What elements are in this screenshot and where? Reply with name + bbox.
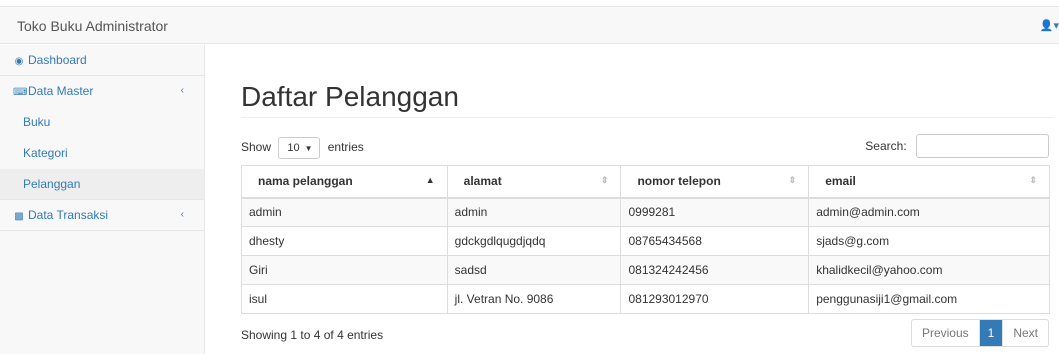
page-title: Daftar Pelanggan: [241, 81, 459, 112]
sidebar-item-label: Dashboard: [28, 53, 87, 67]
sort-asc-icon: ▲: [425, 175, 435, 185]
sidebar: ◉ Dashboard ⌨Data Master ‹ Buku Kategori …: [0, 45, 205, 354]
column-header-alamat[interactable]: alamat ⇕: [446, 165, 622, 199]
table-cell: penggunasiji1@gmail.com: [808, 284, 1050, 314]
search-control: Search:: [865, 134, 1049, 158]
column-label: nomor telepon: [637, 174, 721, 189]
user-menu-dropdown[interactable]: 👤▾: [1040, 19, 1059, 32]
table-cell: admin: [241, 197, 448, 227]
table-cell: 081324242456: [620, 255, 810, 285]
user-icon: 👤: [1039, 20, 1054, 32]
table-cell: sjads@g.com: [808, 226, 1050, 256]
search-label: Search:: [865, 139, 907, 153]
sidebar-item-data-master[interactable]: ⌨Data Master ‹: [0, 76, 204, 107]
table-row: isul jl. Vetran No. 9086 081293012970 pe…: [241, 284, 1050, 314]
sidebar-item-pelanggan[interactable]: Pelanggan: [0, 169, 204, 200]
main-content: Daftar Pelanggan Show 10 ▼ entries Search…: [205, 45, 1059, 354]
dashboard-icon: ◉: [14, 56, 24, 67]
table-cell: 081293012970: [620, 284, 810, 314]
chevron-down-icon: ▼: [304, 144, 313, 153]
length-control: Show 10 ▼ entries: [241, 137, 364, 159]
table-row: dhesty gdckgdlqugdjqdq 08765434568 sjads…: [241, 226, 1050, 256]
chevron-left-icon: ‹: [180, 85, 184, 96]
sidebar-item-data-transaksi[interactable]: ▩ Data Transaksi ‹: [0, 200, 204, 231]
table-info: Showing 1 to 4 of 4 entries: [241, 328, 384, 342]
customers-table: nama pelanggan ▲ alamat ⇕ nomor telepon ⇕ e…: [241, 165, 1050, 314]
table-cell: dhesty: [241, 226, 448, 256]
table-cell: admin: [446, 197, 622, 227]
table-cell: isul: [241, 284, 448, 314]
next-page-button[interactable]: Next: [1002, 320, 1048, 346]
sidebar-item-kategori[interactable]: Kategori: [0, 138, 204, 169]
column-label: email: [825, 174, 856, 189]
sidebar-item-buku[interactable]: Buku: [0, 107, 204, 138]
sidebar-item-label: Data Transaksi: [28, 208, 109, 222]
previous-page-button[interactable]: Previous: [912, 320, 980, 346]
table-row: Giri sadsd 081324242456 khalidkecil@yaho…: [241, 255, 1050, 285]
bar-chart-icon: ▩: [14, 211, 24, 222]
table-header-row: nama pelanggan ▲ alamat ⇕ nomor telepon ⇕ e…: [241, 165, 1050, 199]
table-cell: Giri: [241, 255, 448, 285]
page-1-button[interactable]: 1: [979, 320, 1003, 346]
entries-per-page-value: 10: [287, 142, 300, 154]
table-cell: admin@admin.com: [808, 197, 1050, 227]
table-cell: khalidkecil@yahoo.com: [808, 255, 1050, 285]
sort-icon: ⇕: [1029, 175, 1037, 185]
title-divider: [241, 117, 1054, 118]
entries-label: entries: [327, 140, 364, 155]
chevron-down-icon: ▾: [1053, 20, 1059, 32]
navbar: Toko Buku Administrator 👤▾: [0, 6, 1059, 44]
brand-title[interactable]: Toko Buku Administrator: [17, 18, 168, 34]
show-label: Show: [241, 140, 272, 155]
sidebar-item-dashboard[interactable]: ◉ Dashboard: [0, 45, 204, 76]
column-header-telepon[interactable]: nomor telepon ⇕: [620, 165, 810, 199]
sidebar-item-label: Data Master: [28, 84, 94, 98]
chevron-left-icon: ‹: [180, 209, 184, 220]
column-label: alamat: [463, 174, 502, 189]
column-header-nama[interactable]: nama pelanggan ▲: [241, 165, 448, 199]
table-cell: gdckgdlqugdjqdq: [446, 226, 622, 256]
table-cell: 0999281: [620, 197, 810, 227]
table-cell: 08765434568: [620, 226, 810, 256]
table-row: admin admin 0999281 admin@admin.com: [241, 197, 1050, 227]
pagination: Previous 1 Next: [910, 319, 1049, 347]
column-label: nama pelanggan: [258, 174, 353, 189]
table-cell: jl. Vetran No. 9086: [446, 284, 622, 314]
entries-per-page-select[interactable]: 10 ▼: [278, 137, 321, 159]
sort-icon: ⇕: [788, 175, 797, 185]
search-input[interactable]: [916, 134, 1049, 158]
column-header-email[interactable]: email ⇕: [808, 165, 1050, 199]
table-cell: sadsd: [446, 255, 622, 285]
keyboard-icon: ⌨: [13, 87, 28, 98]
sort-icon: ⇕: [600, 175, 609, 185]
